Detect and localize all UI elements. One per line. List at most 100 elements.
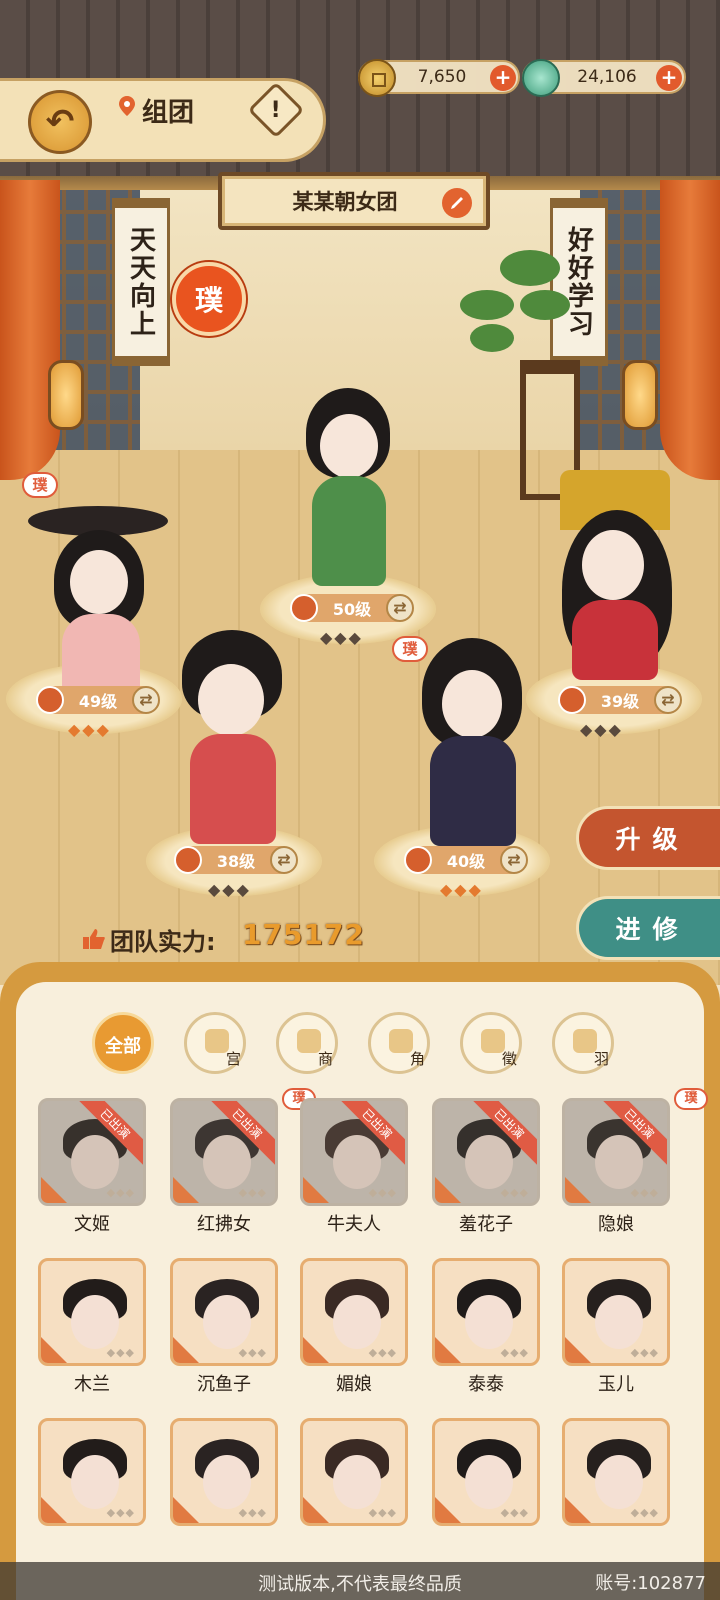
upgrade-button[interactable]: 升级 — [576, 806, 720, 870]
jade-value: 24,106 — [577, 67, 637, 87]
portrait-face — [465, 1455, 513, 1509]
character-card[interactable]: ◆◆◆ — [562, 1258, 670, 1366]
mini-star-rating: ◆◆◆ — [238, 1186, 267, 1199]
character-card[interactable]: ◆◆◆ — [432, 1418, 540, 1526]
character-card[interactable]: ◆◆◆ — [432, 1258, 540, 1366]
character-name: 文姬 — [74, 1214, 110, 1235]
character-name: 牛夫人 — [327, 1214, 381, 1235]
character-name: 泰泰 — [468, 1374, 504, 1395]
star-rating: ◆◆◆ — [208, 880, 251, 899]
level-badge-front-right[interactable]: 40级 ⇄ — [404, 846, 528, 874]
add-coins-button[interactable]: + — [490, 65, 516, 91]
edit-name-button[interactable] — [442, 188, 472, 218]
add-jade-button[interactable]: + — [656, 65, 682, 91]
character-card[interactable]: ◆◆◆ — [300, 1418, 408, 1526]
character-card[interactable]: ◆◆◆ 已出演 — [300, 1098, 408, 1206]
character-name: 媚娘 — [336, 1374, 372, 1395]
level-text: 49级 — [78, 692, 118, 711]
instrument-corner-icon — [435, 1337, 461, 1363]
instrument-corner-icon — [303, 1337, 329, 1363]
portrait-face — [595, 1295, 643, 1349]
swap-icon[interactable]: ⇄ — [500, 846, 528, 874]
pu-seal-badge[interactable]: 璞 — [172, 262, 246, 336]
instrument-icon — [290, 594, 318, 622]
page-title: 组团 — [142, 98, 195, 128]
filter-tab-label: 徵 — [501, 1050, 517, 1068]
character-front-right[interactable] — [414, 630, 534, 850]
character-name: 羞花子 — [459, 1214, 513, 1235]
character-card[interactable]: ◆◆◆ 已出演 — [38, 1098, 146, 1206]
scroll-left-text: 天天向上 — [125, 226, 156, 338]
character-card[interactable]: ◆◆◆ — [300, 1258, 408, 1366]
curtain-left — [0, 180, 60, 480]
level-text: 38级 — [216, 852, 256, 871]
instrument-corner-icon — [173, 1337, 199, 1363]
level-text: 39级 — [600, 692, 640, 711]
pu-tag-front-right: 璞 — [392, 636, 428, 662]
instrument-icon — [558, 686, 586, 714]
filter-tab-label: 宫 — [225, 1050, 241, 1068]
portrait-face — [203, 1295, 251, 1349]
portrait-face — [333, 1455, 381, 1509]
lantern-right — [622, 360, 658, 430]
star-rating: ◆◆◆ — [320, 628, 363, 647]
portrait-face — [465, 1295, 513, 1349]
level-badge-right[interactable]: 39级 ⇄ — [558, 686, 682, 714]
mini-star-rating: ◆◆◆ — [500, 1346, 529, 1359]
swap-icon[interactable]: ⇄ — [270, 846, 298, 874]
back-button[interactable]: ↶ — [28, 90, 92, 154]
thumbs-up-icon — [83, 929, 105, 949]
filter-tab-yu[interactable]: 羽 — [552, 1012, 614, 1074]
character-name: 木兰 — [74, 1374, 110, 1395]
filter-tab-shang[interactable]: 商 — [276, 1012, 338, 1074]
mini-star-rating: ◆◆◆ — [630, 1506, 659, 1519]
lantern-left — [48, 360, 84, 430]
character-name: 沉鱼子 — [197, 1374, 251, 1395]
character-card[interactable]: ◆◆◆ — [170, 1418, 278, 1526]
character-card[interactable]: ◆◆◆ — [170, 1258, 278, 1366]
level-badge-front-left[interactable]: 38级 ⇄ — [174, 846, 298, 874]
info-icon: ! — [270, 97, 282, 123]
character-center[interactable] — [298, 372, 398, 592]
level-text: 40级 — [446, 852, 486, 871]
filter-tab-label: 角 — [409, 1050, 425, 1068]
character-card[interactable]: ◆◆◆ — [38, 1258, 146, 1366]
swap-icon[interactable]: ⇄ — [386, 594, 414, 622]
coin-counter: 7,650 + — [358, 59, 520, 97]
filter-tab-all[interactable]: 全部 — [92, 1012, 154, 1074]
mini-star-rating: ◆◆◆ — [630, 1186, 659, 1199]
bonsai-tree — [460, 250, 580, 360]
level-badge-center[interactable]: 50级 ⇄ — [290, 594, 414, 622]
filter-tab-jue[interactable]: 角 — [368, 1012, 430, 1074]
jade-icon — [522, 59, 560, 97]
mini-star-rating: ◆◆◆ — [368, 1346, 397, 1359]
instrument-corner-icon — [41, 1497, 67, 1523]
mini-star-rating: ◆◆◆ — [238, 1506, 267, 1519]
team-name: 某某朝女团 — [292, 190, 398, 214]
swap-icon[interactable]: ⇄ — [132, 686, 160, 714]
mini-star-rating: ◆◆◆ — [500, 1506, 529, 1519]
character-front-left[interactable] — [168, 620, 298, 850]
character-name: 玉儿 — [598, 1374, 634, 1395]
train-button[interactable]: 进修 — [576, 896, 720, 960]
star-rating: ◆◆◆ — [440, 880, 483, 899]
filter-tab-gong[interactable]: 宫 — [184, 1012, 246, 1074]
pu-tag-left: 璞 — [22, 472, 58, 498]
swap-icon[interactable]: ⇄ — [654, 686, 682, 714]
team-stage: 天天向上 好好学习 璞 50级 ⇄ ◆◆◆ 璞 49级 ⇄ ◆◆◆ 39级 ⇄ … — [0, 0, 720, 985]
character-card[interactable]: ◆◆◆ — [562, 1418, 670, 1526]
filter-tab-zhi[interactable]: 徵 — [460, 1012, 522, 1074]
character-card[interactable]: ◆◆◆ 已出演 — [170, 1098, 278, 1206]
jade-counter: 24,106 + — [522, 59, 686, 97]
mini-star-rating: ◆◆◆ — [238, 1346, 267, 1359]
coin-icon — [358, 59, 396, 97]
level-badge-left[interactable]: 49级 ⇄ — [36, 686, 160, 714]
filter-tab-label: 商 — [317, 1050, 333, 1068]
instrument-icon — [174, 846, 202, 874]
character-right[interactable] — [540, 470, 690, 690]
character-card[interactable]: ◆◆◆ — [38, 1418, 146, 1526]
team-name-plaque: 某某朝女团 — [218, 172, 490, 230]
character-card[interactable]: ◆◆◆ 已出演 — [562, 1098, 670, 1206]
instrument-corner-icon — [303, 1497, 329, 1523]
character-card[interactable]: ◆◆◆ 已出演 — [432, 1098, 540, 1206]
